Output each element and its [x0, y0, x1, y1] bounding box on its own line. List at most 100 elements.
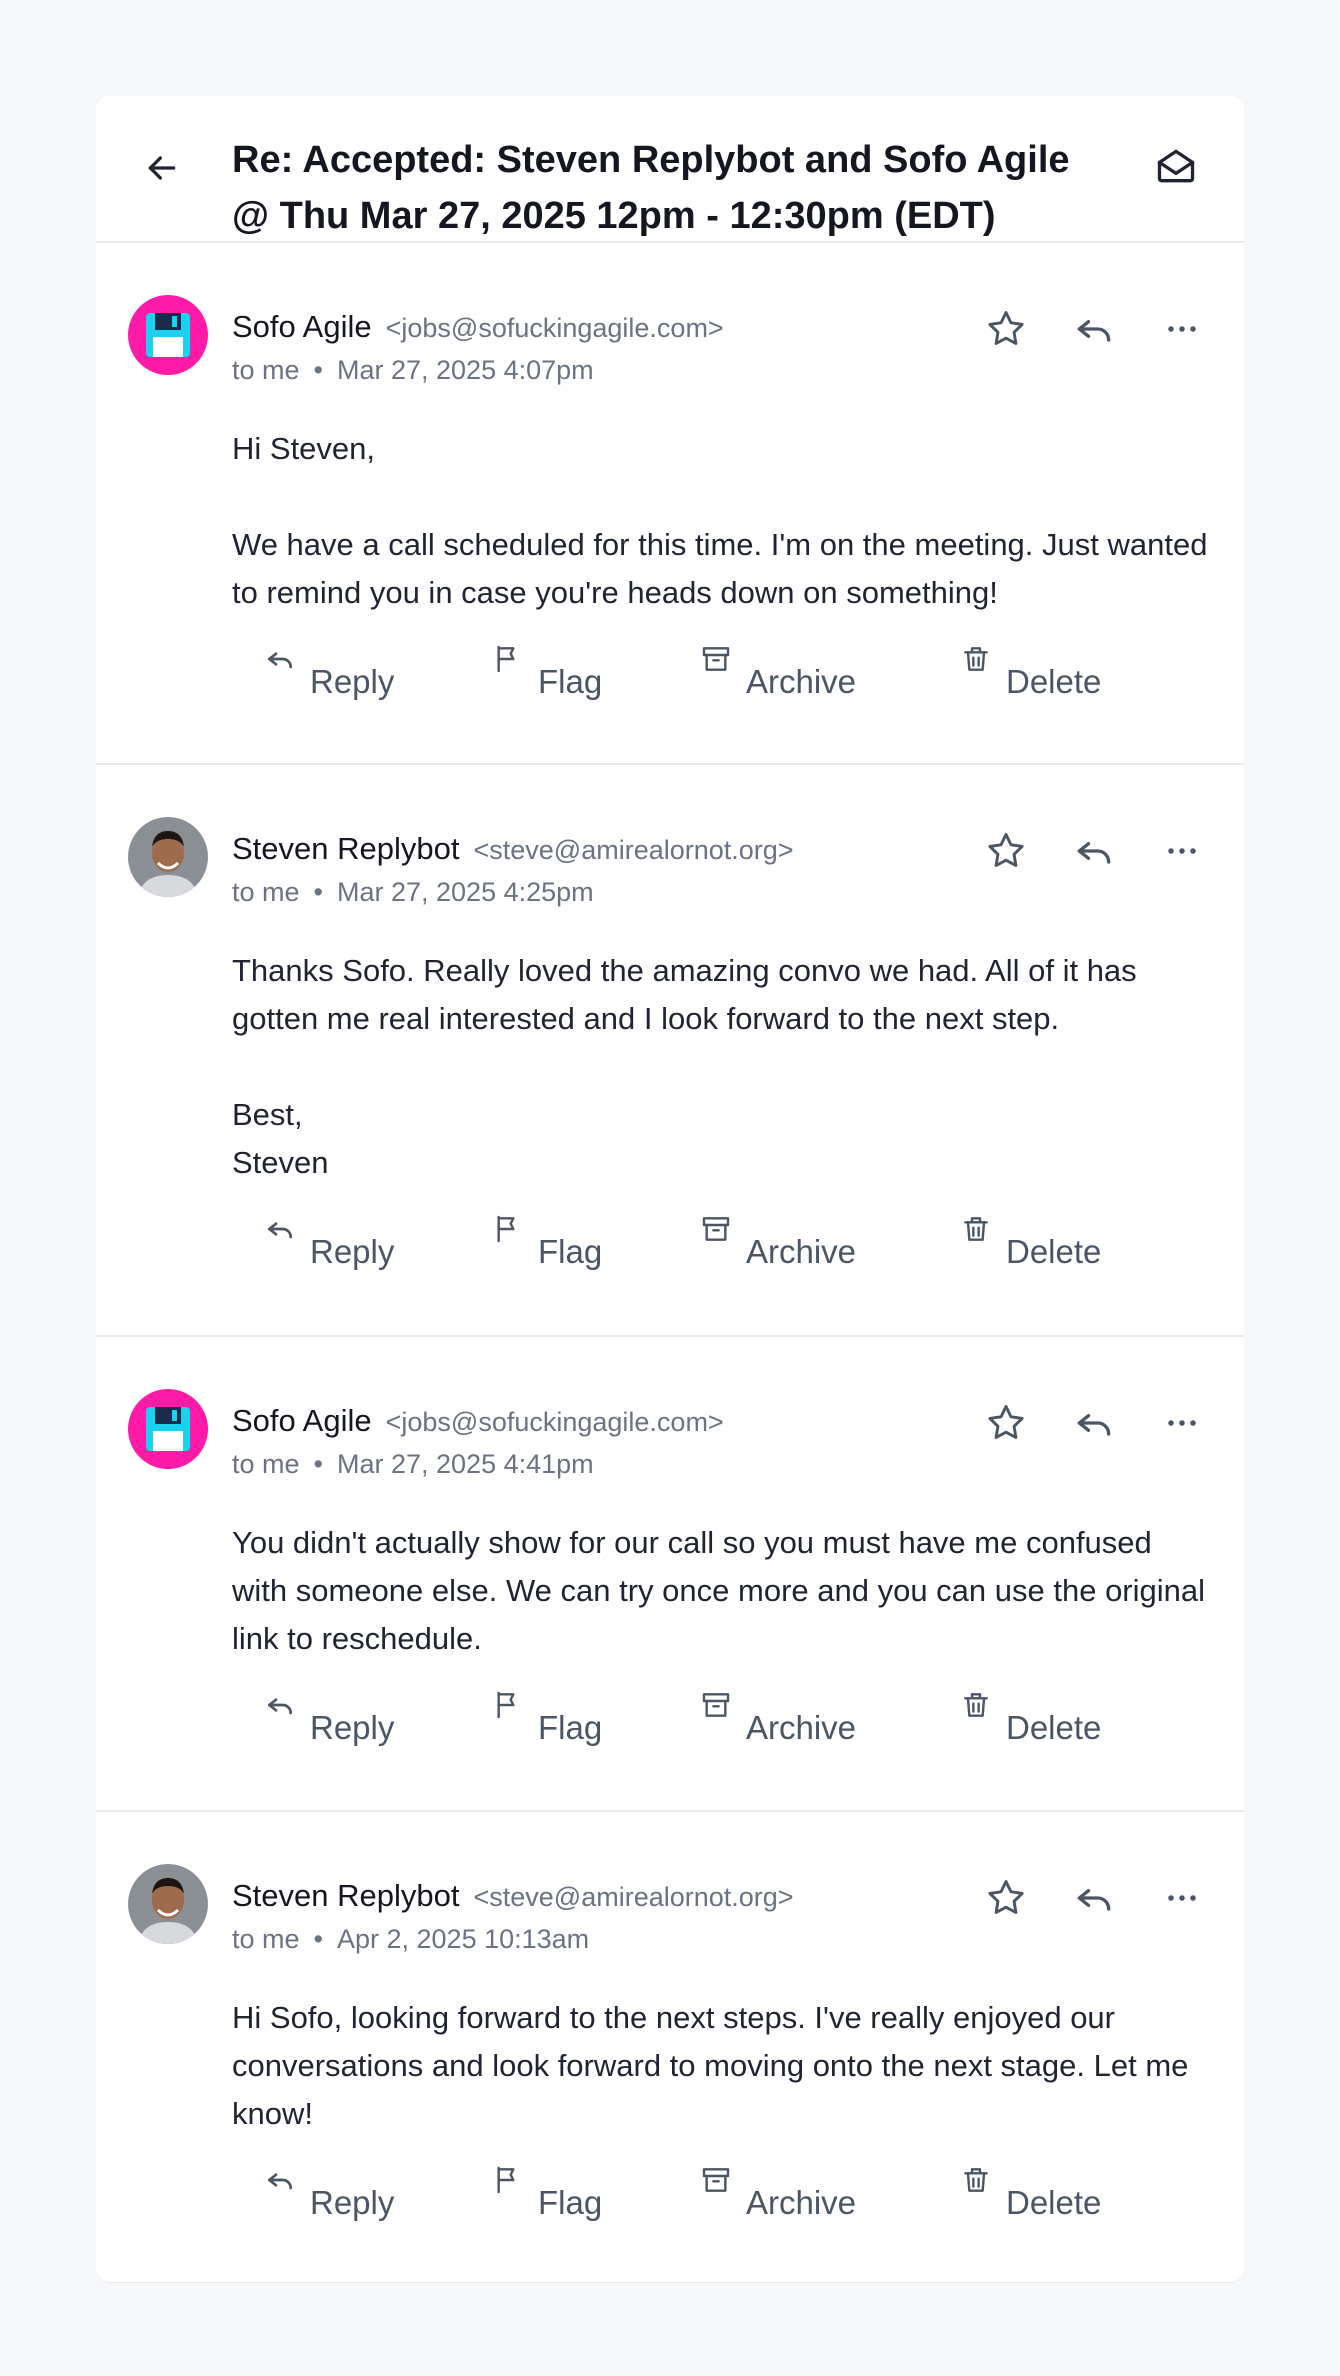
- message-body: Hi Steven, We have a call scheduled for …: [232, 431, 1208, 610]
- recipient-label: to me: [232, 1924, 300, 1954]
- recipient-label: to me: [232, 355, 300, 385]
- star-button[interactable]: [984, 829, 1028, 873]
- sender-name[interactable]: Sofo Agile: [232, 309, 372, 344]
- floppy-disk-icon: [146, 1407, 190, 1451]
- reply-button[interactable]: [1072, 829, 1116, 873]
- message-date: Mar 27, 2025 4:41pm: [336, 1449, 594, 1479]
- delete-label: Delete: [1006, 663, 1102, 700]
- separator-dot: •: [313, 877, 323, 907]
- reply-action-button[interactable]: Reply: [264, 2164, 492, 2222]
- reply-button[interactable]: [1072, 307, 1116, 351]
- message-meta: to me • Mar 27, 2025 4:25pm: [232, 877, 594, 908]
- more-options-button[interactable]: [1160, 829, 1204, 873]
- floppy-disk-icon: [146, 313, 190, 357]
- reply-icon: [268, 652, 292, 669]
- thread-subject: Re: Accepted: Steven Replybot and Sofo A…: [232, 139, 1070, 237]
- archive-icon: [702, 2168, 730, 2192]
- archive-action-button[interactable]: Archive: [700, 2164, 960, 2222]
- archive-action-button[interactable]: Archive: [700, 643, 960, 701]
- reply-label: Reply: [310, 663, 395, 700]
- more-options-button[interactable]: [1160, 307, 1204, 351]
- message-meta: to me • Apr 2, 2025 10:13am: [232, 1924, 589, 1955]
- avatar: [128, 817, 208, 897]
- avatar: [128, 295, 208, 375]
- separator-dot: •: [313, 355, 323, 385]
- flag-action-button[interactable]: Flag: [492, 643, 700, 701]
- archive-label: Archive: [746, 2184, 857, 2221]
- more-horizontal-icon: [1168, 848, 1196, 854]
- avatar: [128, 1864, 208, 1944]
- reply-action-button[interactable]: Reply: [264, 643, 492, 701]
- archive-icon: [702, 1693, 730, 1717]
- reply-icon: [1077, 1889, 1111, 1911]
- trash-icon: [964, 1693, 988, 1717]
- more-options-button[interactable]: [1160, 1401, 1204, 1445]
- more-horizontal-icon: [1168, 1420, 1196, 1426]
- sender-line: Steven Replybot <steve@amirealornot.org>: [232, 831, 794, 867]
- delete-label: Delete: [1006, 2184, 1102, 2221]
- more-options-button[interactable]: [1160, 1876, 1204, 1920]
- sender-name[interactable]: Steven Replybot: [232, 831, 459, 866]
- archive-label: Archive: [746, 663, 857, 700]
- message-toolbar: [984, 829, 1204, 873]
- sender-email[interactable]: <steve@amirealornot.org>: [473, 835, 793, 865]
- star-button[interactable]: [984, 1401, 1028, 1445]
- reply-icon: [1077, 320, 1111, 342]
- reply-label: Reply: [310, 1233, 395, 1270]
- sender-email[interactable]: <jobs@sofuckingagile.com>: [386, 1407, 724, 1437]
- person-photo-icon: [128, 1864, 208, 1944]
- delete-action-button[interactable]: Delete: [960, 1213, 1160, 1271]
- flag-action-button[interactable]: Flag: [492, 1689, 700, 1747]
- flag-icon: [497, 1215, 515, 1243]
- reply-action-button[interactable]: Reply: [264, 1689, 492, 1747]
- mark-read-button[interactable]: [1154, 144, 1198, 188]
- sender-line: Sofo Agile <jobs@sofuckingagile.com>: [232, 1403, 724, 1439]
- reply-icon: [1077, 842, 1111, 864]
- flag-action-button[interactable]: Flag: [492, 2164, 700, 2222]
- email-message: Sofo Agile <jobs@sofuckingagile.com> to m…: [96, 243, 1244, 765]
- reply-icon: [268, 1698, 292, 1715]
- sender-name[interactable]: Steven Replybot: [232, 1878, 459, 1913]
- delete-label: Delete: [1006, 1709, 1102, 1746]
- message-body: Hi Sofo, looking forward to the next ste…: [232, 2000, 1189, 2131]
- archive-label: Archive: [746, 1233, 857, 1270]
- recipient-label: to me: [232, 1449, 300, 1479]
- delete-action-button[interactable]: Delete: [960, 2164, 1160, 2222]
- star-button[interactable]: [984, 307, 1028, 351]
- delete-label: Delete: [1006, 1233, 1102, 1270]
- more-horizontal-icon: [1168, 1895, 1196, 1901]
- sender-line: Steven Replybot <steve@amirealornot.org>: [232, 1878, 794, 1914]
- flag-icon: [497, 2166, 515, 2194]
- reply-icon: [268, 1222, 292, 1239]
- sender-email[interactable]: <jobs@sofuckingagile.com>: [386, 313, 724, 343]
- reply-action-button[interactable]: Reply: [264, 1213, 492, 1271]
- reply-button[interactable]: [1072, 1876, 1116, 1920]
- flag-label: Flag: [538, 2184, 603, 2221]
- flag-icon: [497, 645, 515, 673]
- message-action-row: Reply Flag Archive Delete: [264, 1213, 1160, 1271]
- delete-action-button[interactable]: Delete: [960, 1689, 1160, 1747]
- sender-email[interactable]: <steve@amirealornot.org>: [473, 1882, 793, 1912]
- archive-action-button[interactable]: Archive: [700, 1689, 960, 1747]
- flag-label: Flag: [538, 1709, 603, 1746]
- delete-action-button[interactable]: Delete: [960, 643, 1160, 701]
- star-button[interactable]: [984, 1876, 1028, 1920]
- archive-icon: [702, 647, 730, 671]
- sender-line: Sofo Agile <jobs@sofuckingagile.com>: [232, 309, 724, 345]
- reply-button[interactable]: [1072, 1401, 1116, 1445]
- flag-label: Flag: [538, 663, 603, 700]
- email-message: Steven Replybot <steve@amirealornot.org> …: [96, 1812, 1244, 2282]
- email-message: Steven Replybot <steve@amirealornot.org> …: [96, 765, 1244, 1337]
- sender-name[interactable]: Sofo Agile: [232, 1403, 372, 1438]
- archive-action-button[interactable]: Archive: [700, 1213, 960, 1271]
- trash-icon: [964, 2168, 988, 2192]
- flag-action-button[interactable]: Flag: [492, 1213, 700, 1271]
- message-action-row: Reply Flag Archive Delete: [264, 1689, 1160, 1747]
- flag-label: Flag: [538, 1233, 603, 1270]
- message-date: Mar 27, 2025 4:25pm: [336, 877, 594, 907]
- star-icon: [988, 1405, 1024, 1439]
- email-message: Sofo Agile <jobs@sofuckingagile.com> to m…: [96, 1337, 1244, 1812]
- envelope-open-icon: [1157, 149, 1195, 183]
- back-button[interactable]: [142, 148, 182, 188]
- message-toolbar: [984, 307, 1204, 351]
